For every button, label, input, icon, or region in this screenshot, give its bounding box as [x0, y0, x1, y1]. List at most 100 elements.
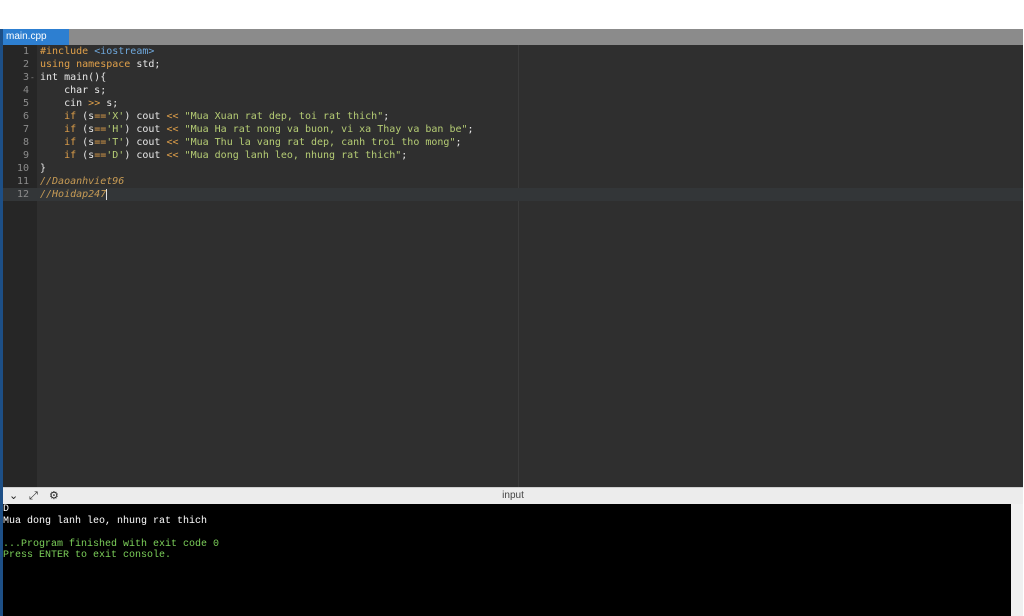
console-output[interactable]: D Mua dong lanh leo, nhung rat thich ...Pr…: [3, 504, 1011, 616]
code-token: ==: [94, 124, 107, 135]
console-line: Mua dong lanh leo, nhung rat thich: [3, 515, 208, 527]
line-number: 7: [22, 124, 29, 135]
code-line[interactable]: 6 if (s=='X') cout << "Mua Xuan rat dep,…: [3, 110, 1023, 123]
console-line: ...Program finished with exit code 0: [3, 538, 220, 550]
code-token: (s: [76, 124, 95, 135]
code-token: <<: [166, 150, 179, 161]
code-token: if: [64, 150, 77, 161]
code-text: //Hoidap247: [40, 188, 108, 201]
line-number: 8: [22, 137, 29, 148]
code-text: #include <iostream>: [40, 45, 154, 58]
code-token: }: [40, 163, 47, 174]
tab-bar: main.cpp: [3, 29, 1023, 45]
code-token: ) cout: [124, 111, 167, 122]
code-lines[interactable]: 1 #include <iostream> 2 using namespace std…: [3, 45, 1023, 201]
code-text: int main(){: [40, 71, 106, 84]
code-line[interactable]: 7 if (s=='H') cout << "Mua Ha rat nong v…: [3, 123, 1023, 136]
line-number: 1: [22, 46, 29, 57]
code-token: ==: [94, 111, 107, 122]
line-number: 10: [16, 163, 29, 174]
text-cursor: [106, 188, 108, 200]
code-token: ;: [401, 150, 408, 161]
code-token: <<: [166, 124, 179, 135]
line-number: 9: [22, 150, 29, 161]
code-text: if (s=='X') cout << "Mua Xuan rat dep, t…: [40, 110, 389, 123]
code-token: ==: [94, 137, 107, 148]
line-number: 3: [22, 72, 29, 83]
code-text: if (s=='H') cout << "Mua Ha rat nong va …: [40, 123, 474, 136]
code-token: <iostream>: [94, 46, 155, 57]
console-line: D: [3, 504, 10, 515]
code-text: //Daoanhviet96: [40, 175, 124, 188]
code-token: if: [64, 124, 77, 135]
code-token: std;: [130, 59, 161, 70]
fold-toggle[interactable]: -: [30, 71, 35, 84]
ide-window: main.cpp 1 #include <iostream> 2 using name…: [0, 29, 1023, 616]
code-token: <<: [166, 137, 179, 148]
code-token: s;: [100, 98, 119, 109]
code-token: ;: [455, 137, 462, 148]
code-line[interactable]: 11 //Daoanhviet96: [3, 175, 1023, 188]
code-token: #include: [40, 46, 95, 57]
code-token: 'D': [106, 150, 125, 161]
code-text: if (s=='D') cout << "Mua dong lanh leo, …: [40, 149, 407, 162]
console-line: Press ENTER to exit console.: [3, 550, 172, 561]
code-token: 'X': [106, 111, 125, 122]
code-text: char s;: [40, 84, 106, 97]
code-token: 'H': [106, 124, 125, 135]
code-token: cin: [40, 98, 89, 109]
line-number: 6: [22, 111, 29, 122]
code-token: if: [64, 111, 77, 122]
code-text: }: [40, 162, 46, 175]
code-token: int main(){: [40, 72, 107, 83]
code-line[interactable]: 8 if (s=='T') cout << "Mua Thu la vang r…: [3, 136, 1023, 149]
code-editor[interactable]: 1 #include <iostream> 2 using namespace std…: [3, 45, 1023, 487]
code-token: "Mua Xuan rat dep, toi rat thich": [184, 111, 384, 122]
code-token: ) cout: [124, 137, 167, 148]
code-token: ) cout: [124, 124, 167, 135]
code-token: 'T': [106, 137, 125, 148]
code-text: if (s=='T') cout << "Mua Thu la vang rat…: [40, 136, 462, 149]
code-token: "Mua dong lanh leo, nhung rat thich": [184, 150, 402, 161]
code-text: cin >> s;: [40, 97, 118, 110]
code-line[interactable]: 1 #include <iostream>: [3, 45, 1023, 58]
code-line[interactable]: 4 char s;: [3, 84, 1023, 97]
line-number: 2: [22, 59, 29, 70]
console-scrollbar[interactable]: [1011, 504, 1023, 616]
code-token: //Hoidap247: [40, 189, 107, 200]
line-number: 4: [22, 85, 29, 96]
code-line[interactable]: 2 using namespace std;: [3, 58, 1023, 71]
code-token: ) cout: [124, 150, 167, 161]
line-number: 5: [22, 98, 29, 109]
code-token: ;: [383, 111, 390, 122]
code-token: "Mua Ha rat nong va buon, vi xa Thay va …: [184, 124, 468, 135]
code-line[interactable]: 5 cin >> s;: [3, 97, 1023, 110]
code-token: <<: [166, 111, 179, 122]
code-token: ==: [94, 150, 107, 161]
code-line[interactable]: 9 if (s=='D') cout << "Mua dong lanh leo…: [3, 149, 1023, 162]
line-number: 12: [16, 189, 29, 200]
code-token: (s: [76, 137, 95, 148]
code-token: if: [64, 137, 77, 148]
code-token: (s: [76, 111, 95, 122]
code-line[interactable]: 3- int main(){: [3, 71, 1023, 84]
code-token: //Daoanhviet96: [40, 176, 125, 187]
console-toolbar: ⌄ ⤢ ⚙ input: [3, 487, 1023, 504]
code-token: "Mua Thu la vang rat dep, canh troi tho …: [184, 137, 456, 148]
code-token: ;: [467, 124, 474, 135]
code-line[interactable]: 10}: [3, 162, 1023, 175]
code-token: >>: [88, 98, 101, 109]
code-token: (s: [76, 150, 95, 161]
code-token: using namespace: [40, 59, 131, 70]
line-number: 11: [16, 176, 29, 187]
code-text: using namespace std;: [40, 58, 160, 71]
code-token: char s;: [40, 85, 107, 96]
console-title: input: [502, 490, 524, 501]
tab-main-cpp[interactable]: main.cpp: [3, 29, 69, 45]
code-line[interactable]: 12 //Hoidap247: [3, 188, 1023, 201]
